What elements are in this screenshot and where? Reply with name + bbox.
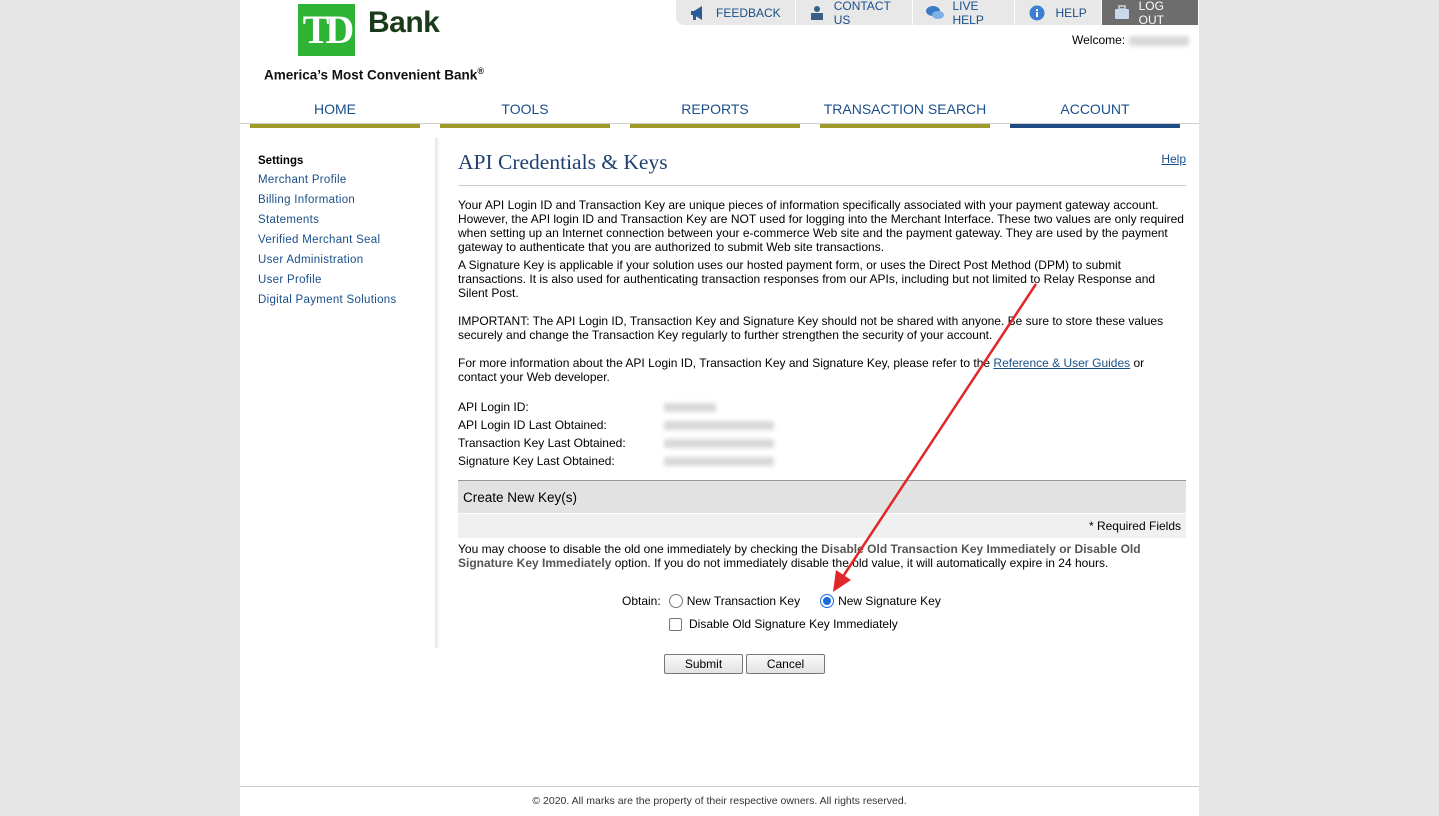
briefcase-icon	[1114, 4, 1131, 21]
info-row: Transaction Key Last Obtained:	[458, 434, 774, 452]
new-signature-key-radio[interactable]	[820, 594, 835, 608]
help-link[interactable]: HELP	[1015, 0, 1102, 25]
disable-old-signature-key-label[interactable]: Disable Old Signature Key Immediately	[689, 617, 898, 631]
sidebar-item-billing-information[interactable]: Billing Information	[258, 194, 397, 208]
sidebar-item-digital-payment-solutions[interactable]: Digital Payment Solutions	[258, 294, 397, 308]
sidebar-item-verified-merchant-seal[interactable]: Verified Merchant Seal	[258, 234, 397, 248]
cancel-button[interactable]: Cancel	[746, 654, 825, 674]
sidebar-divider	[435, 138, 439, 648]
redacted-date	[664, 421, 774, 430]
page: TD Bank America’s Most Convenient Bank® …	[240, 0, 1199, 816]
info-icon	[1027, 5, 1047, 21]
disable-old-signature-key-checkbox[interactable]	[669, 617, 682, 631]
redacted-username	[1129, 35, 1190, 46]
footer-divider	[240, 786, 1199, 787]
intro-paragraph: Your API Login ID and Transaction Key ar…	[458, 198, 1184, 254]
api-login-id-label: API Login ID:	[458, 400, 529, 414]
api-login-id-obtained-label: API Login ID Last Obtained:	[458, 418, 607, 432]
bank-wordmark: Bank	[368, 6, 440, 39]
new-transaction-key-radio[interactable]	[668, 594, 683, 608]
required-fields-note: * Required Fields	[1088, 519, 1181, 533]
sidebar-item-statements[interactable]: Statements	[258, 214, 397, 228]
redacted-date	[664, 439, 774, 448]
sidebar-item-user-profile[interactable]: User Profile	[258, 274, 397, 288]
redacted-date	[664, 457, 774, 466]
more-info-paragraph: For more information about the API Login…	[458, 356, 1145, 384]
utility-links: FEEDBACK CONTACT US LIVE HELP HELP LOG O…	[676, 0, 1199, 27]
transaction-key-obtained-label: Transaction Key Last Obtained:	[458, 436, 626, 450]
logout-link[interactable]: LOG OUT	[1101, 0, 1199, 27]
sidebar-item-user-administration[interactable]: User Administration	[258, 254, 397, 268]
submit-button[interactable]: Submit	[664, 654, 743, 674]
chat-bubbles-icon	[925, 5, 945, 21]
credentials-info: API Login ID: API Login ID Last Obtained…	[458, 398, 774, 470]
sidebar-title: Settings	[258, 155, 304, 167]
info-row: Signature Key Last Obtained:	[458, 452, 774, 470]
td-logo[interactable]: TD	[298, 4, 355, 56]
td-logo-text: TD	[302, 7, 355, 52]
signature-key-paragraph: A Signature Key is applicable if your so…	[458, 258, 1156, 300]
feedback-link[interactable]: FEEDBACK	[676, 0, 796, 25]
title-divider	[458, 185, 1186, 186]
redacted-api-login-id	[664, 403, 716, 412]
reference-guides-link[interactable]: Reference & User Guides	[993, 356, 1130, 370]
page-title: API Credentials & Keys	[458, 150, 668, 174]
create-keys-title: Create New Key(s)	[463, 490, 578, 505]
welcome-text: Welcome:	[1072, 33, 1190, 47]
contact-us-link[interactable]: CONTACT US	[795, 0, 913, 27]
create-keys-header: Create New Key(s)	[458, 480, 1186, 513]
disable-old-key-option: Disable Old Signature Key Immediately	[669, 617, 898, 631]
help-page-link[interactable]: Help	[1161, 152, 1186, 166]
megaphone-icon	[688, 5, 708, 21]
settings-sidebar: Settings Merchant Profile Billing Inform…	[258, 155, 397, 314]
signature-key-obtained-label: Signature Key Last Obtained:	[458, 454, 615, 468]
disable-note: You may choose to disable the old one im…	[458, 542, 1141, 570]
person-desk-icon	[808, 5, 826, 21]
sidebar-item-merchant-profile[interactable]: Merchant Profile	[258, 174, 397, 188]
obtain-options: Obtain: New Transaction Key New Signatur…	[622, 594, 941, 608]
required-fields-bar: * Required Fields	[458, 514, 1186, 538]
header-divider	[240, 123, 1199, 124]
info-row: API Login ID:	[458, 398, 774, 416]
info-row: API Login ID Last Obtained:	[458, 416, 774, 434]
important-paragraph: IMPORTANT: The API Login ID, Transaction…	[458, 314, 1164, 342]
new-transaction-key-label[interactable]: New Transaction Key	[687, 594, 800, 608]
obtain-label: Obtain:	[622, 594, 661, 608]
tagline: America’s Most Convenient Bank®	[264, 66, 484, 83]
new-signature-key-label[interactable]: New Signature Key	[838, 594, 941, 608]
footer-copyright: © 2020. All marks are the property of th…	[532, 795, 907, 807]
live-help-link[interactable]: LIVE HELP	[912, 0, 1016, 27]
